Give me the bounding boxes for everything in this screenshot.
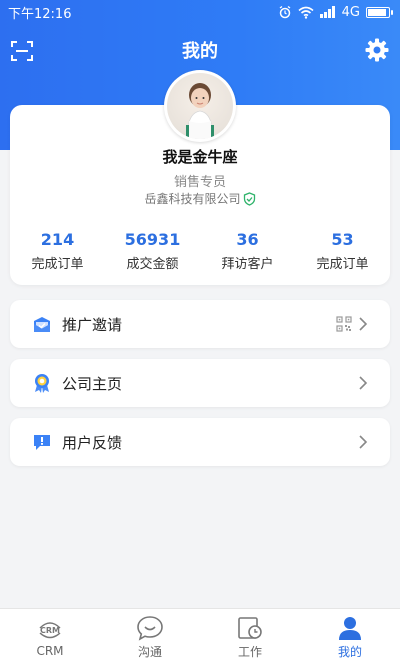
chevron-right-icon bbox=[359, 376, 368, 390]
crm-icon-text: CRM bbox=[40, 626, 60, 635]
wifi-icon bbox=[298, 6, 314, 19]
alarm-icon bbox=[279, 5, 291, 19]
nav-item-chat[interactable]: 沟通 bbox=[100, 609, 200, 666]
avatar[interactable] bbox=[164, 70, 236, 142]
stat-amount[interactable]: 56931 成交金额 bbox=[105, 230, 200, 272]
chevron-right-icon bbox=[359, 435, 368, 449]
stat-visits[interactable]: 36 拜访客户 bbox=[200, 230, 295, 272]
nav-label: 我的 bbox=[337, 645, 362, 659]
gear-icon[interactable] bbox=[364, 37, 390, 63]
status-icons: 4G bbox=[278, 4, 393, 20]
page-title: 我的 bbox=[182, 41, 218, 62]
user-name: 我是金牛座 bbox=[162, 148, 238, 166]
nav-label: 沟通 bbox=[137, 645, 162, 659]
envelope-icon bbox=[32, 314, 52, 334]
menu-item-feedback[interactable]: 用户反馈 bbox=[10, 418, 390, 466]
stat-completed[interactable]: 53 完成订单 bbox=[295, 230, 390, 272]
bottom-navigation: CRM CRM 沟通 工作 我的 bbox=[0, 608, 400, 666]
user-icon bbox=[339, 617, 361, 640]
work-icon bbox=[238, 617, 262, 639]
nav-item-work[interactable]: 工作 bbox=[200, 609, 300, 666]
stat-label: 拜访客户 bbox=[221, 257, 274, 272]
status-time: 下午12:16 bbox=[8, 6, 72, 22]
network-type: 4G bbox=[341, 4, 360, 20]
stats-row: 214 完成订单 56931 成交金额 36 拜访客户 53 完成订单 bbox=[10, 230, 390, 272]
stat-orders[interactable]: 214 完成订单 bbox=[10, 230, 105, 272]
status-bar: 下午12:16 4G bbox=[0, 0, 400, 24]
company-line: 岳鑫科技有限公司 bbox=[0, 190, 400, 207]
crm-icon: CRM bbox=[39, 621, 61, 638]
user-role: 销售专员 bbox=[173, 175, 226, 190]
avatar-image bbox=[186, 83, 214, 139]
menu-label: 公司主页 bbox=[62, 374, 123, 393]
feedback-icon bbox=[32, 432, 52, 452]
stat-value: 53 bbox=[331, 230, 354, 249]
menu-item-company-page[interactable]: 公司主页 bbox=[10, 359, 390, 407]
nav-item-crm[interactable]: CRM CRM bbox=[0, 609, 100, 666]
menu-label: 推广邀请 bbox=[62, 315, 123, 334]
menu-label: 用户反馈 bbox=[62, 433, 123, 452]
title-bar: 我的 bbox=[0, 30, 400, 70]
chevron-right-icon bbox=[359, 317, 368, 331]
stat-value: 56931 bbox=[124, 230, 181, 249]
chat-icon bbox=[137, 616, 163, 641]
qr-code-icon[interactable] bbox=[336, 316, 352, 332]
scan-icon[interactable] bbox=[10, 39, 34, 63]
badge-icon bbox=[32, 373, 52, 393]
signal-icon bbox=[319, 6, 335, 18]
stat-label: 完成订单 bbox=[31, 257, 84, 272]
company-name: 岳鑫科技有限公司 bbox=[144, 192, 241, 206]
stat-value: 214 bbox=[40, 230, 75, 249]
stat-label: 成交金额 bbox=[126, 257, 179, 272]
nav-label: 工作 bbox=[237, 645, 262, 659]
menu-item-invite[interactable]: 推广邀请 bbox=[10, 300, 390, 348]
verified-shield-icon bbox=[243, 191, 255, 206]
stat-value: 36 bbox=[236, 230, 259, 249]
nav-item-mine[interactable]: 我的 bbox=[300, 609, 400, 666]
battery-icon bbox=[366, 6, 393, 18]
stat-label: 完成订单 bbox=[316, 257, 369, 272]
nav-label: CRM bbox=[36, 643, 64, 658]
